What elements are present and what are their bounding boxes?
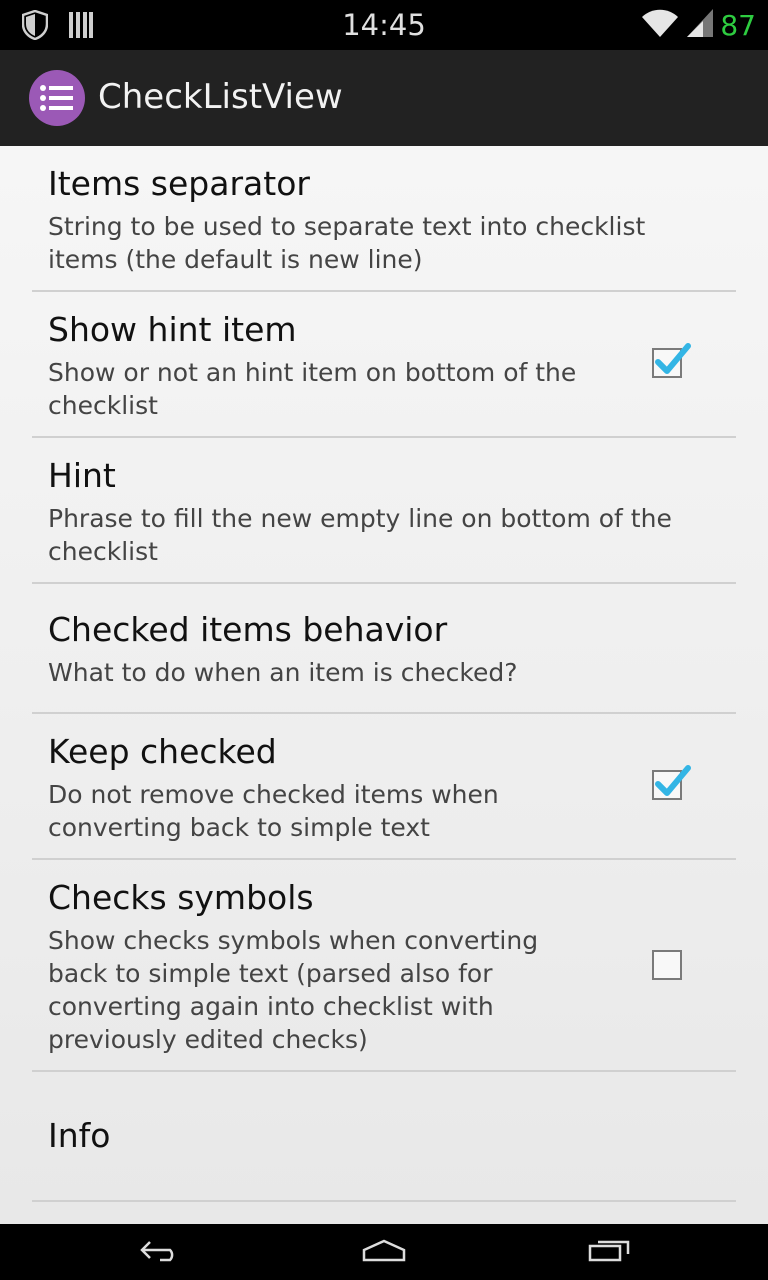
pref-show-hint-item[interactable]: Show hint item Show or not an hint item … — [32, 292, 736, 438]
status-right: 87 — [640, 8, 756, 42]
pref-info[interactable]: Info — [32, 1072, 736, 1202]
checkmark-icon — [655, 765, 691, 796]
checks-symbols-checkbox[interactable] — [652, 950, 682, 980]
pref-summary: Show or not an hint item on bottom of th… — [48, 358, 577, 420]
signal-icon — [686, 8, 714, 42]
battery-level: 87 — [720, 8, 756, 42]
app-title: CheckListView — [98, 77, 343, 117]
pref-title: Hint — [48, 456, 116, 495]
action-bar: CheckListView — [0, 50, 768, 146]
pref-title: Checked items behavior — [48, 610, 448, 649]
pref-summary: Do not remove checked items when convert… — [48, 780, 499, 842]
keep-checked-checkbox[interactable] — [652, 765, 691, 800]
back-icon[interactable] — [140, 1238, 180, 1266]
pref-summary: String to be used to separate text into … — [48, 212, 646, 274]
pref-title: Keep checked — [48, 732, 277, 771]
checkmark-icon — [655, 343, 691, 374]
wifi-icon — [640, 8, 680, 42]
pref-checks-symbols[interactable]: Checks symbols Show checks symbols when … — [32, 860, 736, 1072]
list-icon[interactable] — [29, 70, 85, 126]
preferences-list: Items separator String to be used to sep… — [0, 146, 768, 1224]
status-bar: 14:45 87 — [0, 0, 768, 50]
pref-keep-checked[interactable]: Keep checked Do not remove checked items… — [32, 714, 736, 860]
pref-title: Checks symbols — [48, 878, 314, 917]
pref-summary: Show checks symbols when converting back… — [48, 926, 539, 1054]
home-icon[interactable] — [362, 1238, 406, 1266]
pref-summary: What to do when an item is checked? — [48, 658, 518, 687]
pref-title: Items separator — [48, 164, 310, 203]
pref-title: Info — [48, 1116, 111, 1155]
navigation-bar — [0, 1224, 768, 1280]
pref-items-separator[interactable]: Items separator String to be used to sep… — [32, 146, 736, 292]
pref-checked-items-behavior[interactable]: Checked items behavior What to do when a… — [32, 584, 736, 714]
pref-title: Show hint item — [48, 310, 297, 349]
recents-icon[interactable] — [588, 1238, 630, 1266]
show-hint-checkbox[interactable] — [652, 343, 691, 378]
pref-hint[interactable]: Hint Phrase to fill the new empty line o… — [32, 438, 736, 584]
pref-summary: Phrase to fill the new empty line on bot… — [48, 504, 672, 566]
